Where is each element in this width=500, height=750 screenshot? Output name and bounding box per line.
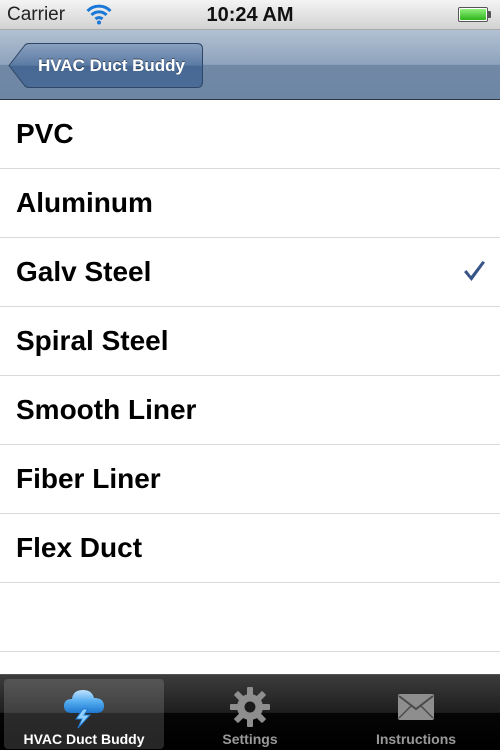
list-item-label: Smooth Liner: [16, 394, 197, 425]
tab-hvac-duct-buddy[interactable]: HVAC Duct Buddy: [4, 679, 164, 749]
list-item-label: Aluminum: [16, 187, 153, 218]
list-item-flex-duct[interactable]: Flex Duct: [0, 514, 500, 583]
tab-instructions[interactable]: Instructions: [336, 679, 496, 749]
material-list: PVC Aluminum Galv Steel Spiral Steel Smo…: [0, 100, 500, 674]
list-item-aluminum[interactable]: Aluminum: [0, 169, 500, 238]
tab-bar: HVAC Duct Buddy Settings Instructions: [0, 674, 500, 750]
list-item-empty: [0, 583, 500, 652]
list-item-spiral-steel[interactable]: Spiral Steel: [0, 307, 500, 376]
back-button[interactable]: HVAC Duct Buddy: [8, 43, 203, 88]
list-item-pvc[interactable]: PVC: [0, 100, 500, 169]
checkmark-icon: [462, 259, 486, 288]
gear-icon: [228, 685, 272, 734]
back-button-label: HVAC Duct Buddy: [37, 56, 185, 75]
status-bar: Carrier 10:24 AM: [0, 0, 500, 30]
navigation-bar: HVAC Duct Buddy: [0, 30, 500, 100]
list-item-label: PVC: [16, 118, 74, 149]
list-item-fiber-liner[interactable]: Fiber Liner: [0, 445, 500, 514]
list-item-galv-steel[interactable]: Galv Steel: [0, 238, 500, 307]
list-item-label: Galv Steel: [16, 256, 152, 287]
tab-label: Settings: [222, 731, 278, 747]
list-item-label: Fiber Liner: [16, 463, 161, 494]
list-item-empty: [0, 652, 500, 674]
tab-settings[interactable]: Settings: [170, 679, 330, 749]
tab-label: HVAC Duct Buddy: [23, 731, 145, 747]
list-item-label: Spiral Steel: [16, 325, 169, 356]
cloud-lightning-icon: [61, 685, 107, 734]
list-item-smooth-liner[interactable]: Smooth Liner: [0, 376, 500, 445]
battery-icon: [458, 7, 492, 22]
envelope-icon: [394, 685, 438, 734]
tab-label: Instructions: [375, 731, 457, 747]
status-time: 10:24 AM: [206, 4, 294, 26]
list-item-label: Flex Duct: [16, 532, 143, 563]
